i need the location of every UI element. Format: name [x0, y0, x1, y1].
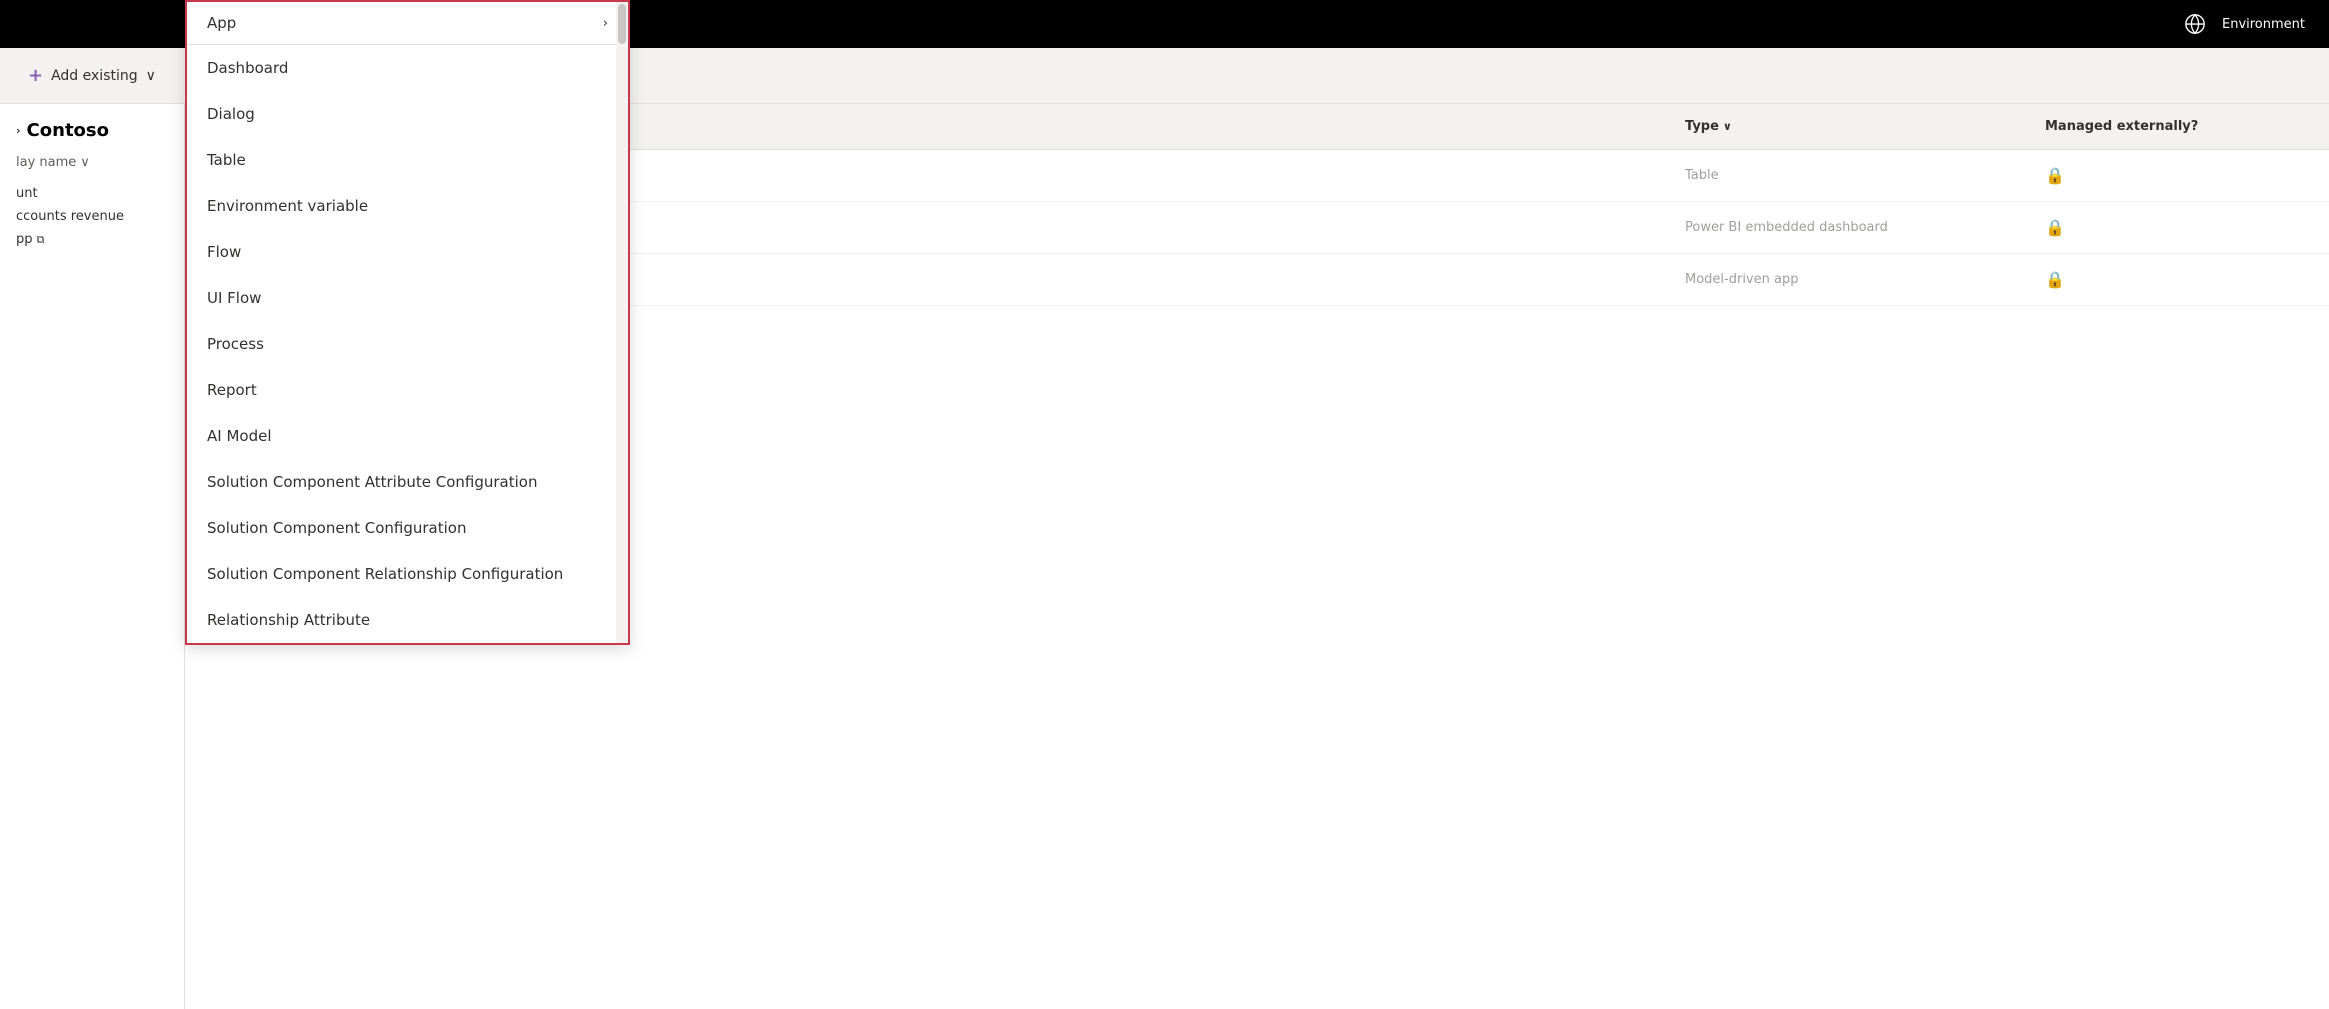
menu-item-flow[interactable]: Flow — [187, 229, 616, 275]
menu-item-report[interactable]: Report — [187, 367, 616, 413]
menu-item-solution-component-relationship-label: Solution Component Relationship Configur… — [207, 565, 563, 583]
menu-item-solution-component-attribute[interactable]: Solution Component Attribute Configurati… — [187, 459, 616, 505]
menu-item-process[interactable]: Process — [187, 321, 616, 367]
menu-item-dialog-label: Dialog — [207, 105, 255, 123]
menu-item-solution-component-relationship[interactable]: Solution Component Relationship Configur… — [187, 551, 616, 597]
menu-item-ui-flow-label: UI Flow — [207, 289, 261, 307]
menu-item-ui-flow[interactable]: UI Flow — [187, 275, 616, 321]
menu-item-ai-model-label: AI Model — [207, 427, 272, 445]
menu-item-dialog[interactable]: Dialog — [187, 91, 616, 137]
menu-item-report-label: Report — [207, 381, 257, 399]
menu-item-ai-model[interactable]: AI Model — [187, 413, 616, 459]
app-submenu: App › Dashboard Dialog Table Environment… — [185, 0, 630, 645]
menu-item-process-label: Process — [207, 335, 264, 353]
menu-item-solution-component-config-label: Solution Component Configuration — [207, 519, 466, 537]
menu-scrollbar-track[interactable] — [616, 2, 628, 643]
menu-item-flow-label: Flow — [207, 243, 241, 261]
menu-item-environment-variable[interactable]: Environment variable — [187, 183, 616, 229]
menu-item-solution-component-attribute-label: Solution Component Attribute Configurati… — [207, 473, 537, 491]
menu-item-environment-variable-label: Environment variable — [207, 197, 368, 215]
app-menu-header-arrow: › — [603, 16, 608, 31]
menu-items-container: Dashboard Dialog Table Environment varia… — [187, 45, 628, 643]
app-menu-header-label: App — [207, 14, 236, 32]
menu-item-dashboard-label: Dashboard — [207, 59, 288, 77]
menu-scrollbar-thumb[interactable] — [618, 4, 626, 44]
menu-item-dashboard[interactable]: Dashboard — [187, 45, 616, 91]
app-menu-header[interactable]: App › — [187, 2, 628, 45]
menu-item-table[interactable]: Table — [187, 137, 616, 183]
menu-item-table-label: Table — [207, 151, 246, 169]
menu-item-solution-component-config[interactable]: Solution Component Configuration — [187, 505, 616, 551]
dropdown-overlay: App › Dashboard Dialog Table Environment… — [0, 0, 2329, 1009]
menu-item-relationship-attribute[interactable]: Relationship Attribute — [187, 597, 616, 643]
menu-item-relationship-attribute-label: Relationship Attribute — [207, 611, 370, 629]
